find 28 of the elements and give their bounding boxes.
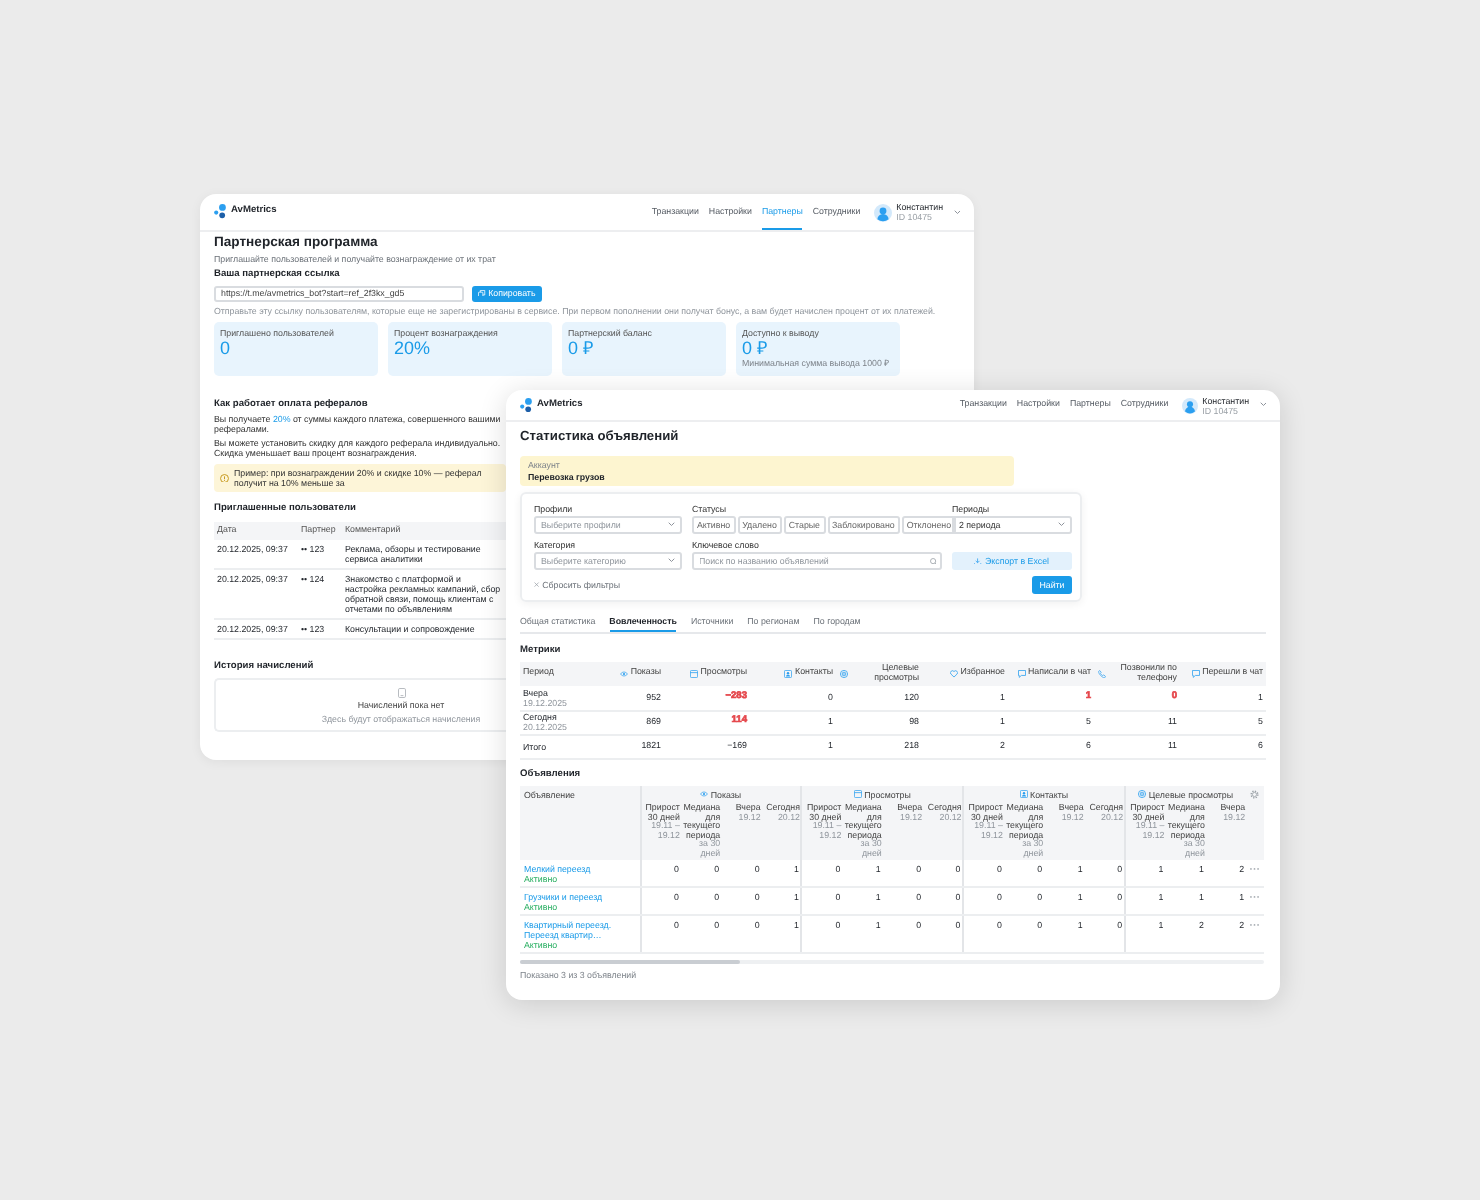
chat-icon <box>1191 669 1200 678</box>
phone-icon <box>1097 670 1105 678</box>
download-icon <box>974 557 983 565</box>
avatar-icon <box>1182 397 1199 413</box>
chat-icon <box>1017 669 1026 678</box>
heart-icon <box>950 669 959 678</box>
window-icon <box>690 669 699 678</box>
search-icon <box>929 557 937 565</box>
stat-value: 0 ₽ <box>568 338 596 358</box>
document-icon <box>397 687 405 697</box>
settings-icon[interactable] <box>1250 790 1260 799</box>
contact-card-icon <box>1019 790 1028 799</box>
warning-icon <box>220 473 229 483</box>
contact-card-icon <box>784 669 793 678</box>
stat-value: 20% <box>394 338 433 358</box>
eye-icon <box>620 669 629 678</box>
logo-icon <box>520 397 533 413</box>
avatar-icon <box>874 203 893 221</box>
scrollbar-thumb[interactable] <box>520 960 740 964</box>
target-icon <box>1138 790 1147 799</box>
stat-value: 0 <box>220 338 233 358</box>
target-icon <box>839 670 847 678</box>
stat-value: 0 ₽ <box>742 338 770 358</box>
copy-icon <box>478 289 486 297</box>
close-icon <box>534 582 540 588</box>
logo-icon <box>214 204 227 220</box>
window-icon <box>853 790 862 799</box>
eye-icon <box>700 790 709 799</box>
